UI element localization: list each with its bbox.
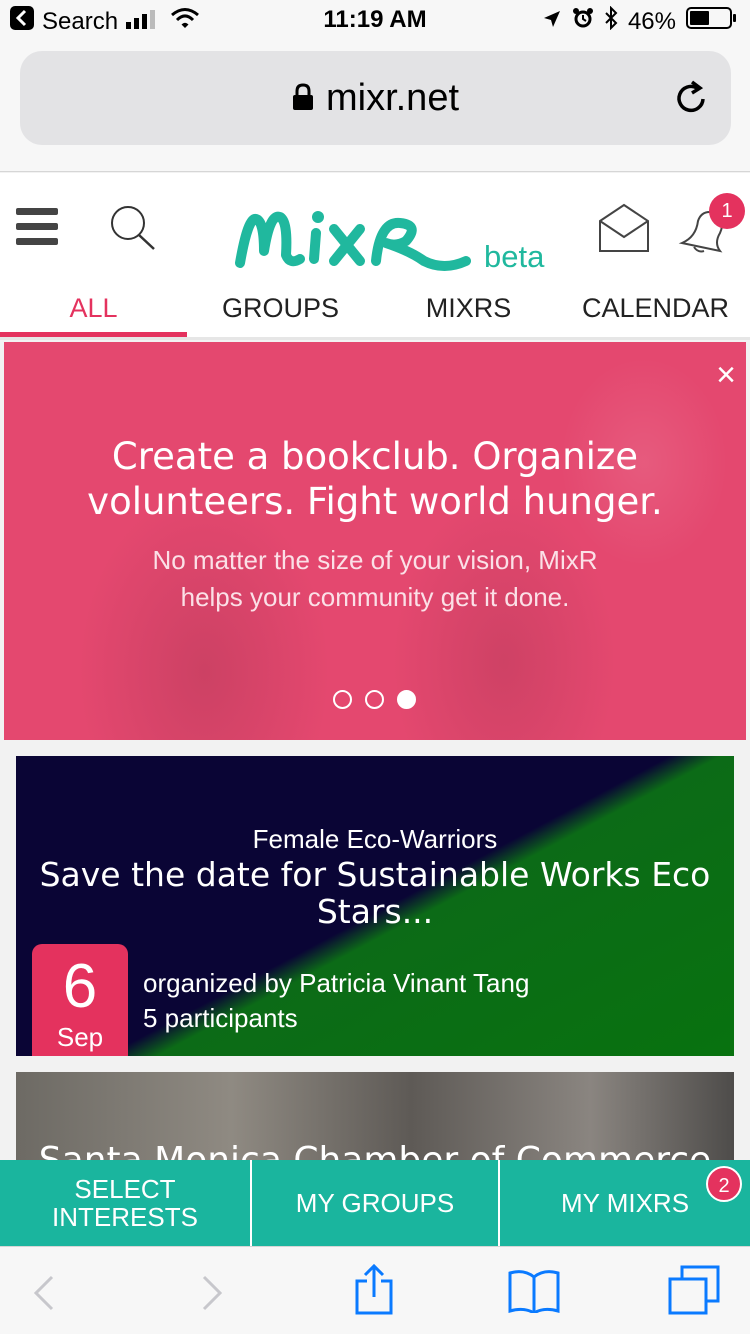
- my-mixrs-label: MY MIXRS: [560, 1188, 690, 1218]
- hamburger-icon[interactable]: [16, 208, 58, 251]
- url-field[interactable]: mixr.net: [20, 51, 731, 145]
- event-date-month: Sep: [56, 1022, 104, 1052]
- tabs-divider: [0, 337, 750, 340]
- lock-icon: [292, 78, 314, 121]
- close-icon[interactable]: ×: [716, 358, 736, 392]
- tab-all[interactable]: ALL: [0, 293, 187, 337]
- alarm-icon: [572, 7, 594, 36]
- my-groups-label: MY GROUPS: [295, 1188, 455, 1218]
- event-card[interactable]: Santa Monica Chamber of Commerce: [16, 1072, 734, 1172]
- event-date-day: 6: [62, 952, 98, 1021]
- tab-mixrs[interactable]: MIXRS: [375, 293, 562, 337]
- my-groups-button[interactable]: MY GROUPS: [252, 1160, 498, 1246]
- event-card[interactable]: Female Eco-Warriors Save the date for Su…: [16, 756, 734, 1056]
- event-date-badge: 6 Sep: [32, 944, 128, 1056]
- app-bottom-nav: SELECT INTERESTS MY GROUPS MY MIXRS 2: [0, 1160, 750, 1246]
- my-mixrs-badge: 2: [706, 1166, 742, 1202]
- back-chevron-icon[interactable]: [32, 1275, 56, 1316]
- promo-carousel[interactable]: × Create a bookclub. Organize volunteers…: [4, 342, 746, 740]
- tabs-icon[interactable]: [668, 1265, 720, 1320]
- url-text: mixr.net: [325, 77, 460, 119]
- carousel-dot-1[interactable]: [333, 690, 352, 709]
- notification-badge: 1: [709, 193, 745, 229]
- forward-chevron-icon[interactable]: [200, 1275, 224, 1316]
- browser-toolbar: [0, 1246, 750, 1334]
- bluetooth-icon: [604, 5, 618, 37]
- select-interests-button[interactable]: SELECT INTERESTS: [0, 1160, 250, 1246]
- mixr-logo[interactable]: beta: [234, 199, 554, 279]
- logo-wordmark: [235, 211, 471, 271]
- hero-subtitle: No matter the size of your vision, MixR …: [152, 545, 598, 612]
- app-header: beta 1 ALL GROUPS MIXRS CALENDAR: [0, 173, 750, 340]
- event-participants: 5 participants: [143, 1003, 298, 1033]
- event-title: Save the date for Sustainable Works Eco …: [39, 855, 711, 931]
- event-group-name: Female Eco-Warriors: [252, 824, 498, 854]
- tab-calendar[interactable]: CALENDAR: [562, 293, 749, 337]
- book-icon[interactable]: [508, 1269, 560, 1318]
- hero-title: Create a bookclub. Organize volunteers. …: [87, 435, 663, 523]
- tab-groups[interactable]: GROUPS: [187, 293, 374, 337]
- location-arrow-icon: [542, 8, 562, 36]
- carousel-dot-2[interactable]: [365, 690, 384, 709]
- select-interests-label: SELECT INTERESTS: [52, 1174, 198, 1232]
- envelope-icon[interactable]: [598, 203, 650, 258]
- battery-percent: 46%: [627, 7, 676, 35]
- battery-icon: [686, 6, 738, 37]
- reload-icon[interactable]: [673, 79, 709, 122]
- hero-background-photo: [4, 342, 746, 740]
- url-display[interactable]: mixr.net: [20, 77, 731, 121]
- browser-url-bar: mixr.net: [0, 40, 750, 172]
- magnifier-icon[interactable]: [108, 203, 158, 256]
- share-icon[interactable]: [354, 1263, 394, 1320]
- beta-label: beta: [484, 239, 545, 274]
- carousel-dot-3[interactable]: [397, 690, 416, 709]
- event-organizer: organized by Patricia Vinant Tang: [143, 968, 530, 998]
- status-bar: Search 11:19 AM 46%: [0, 0, 750, 40]
